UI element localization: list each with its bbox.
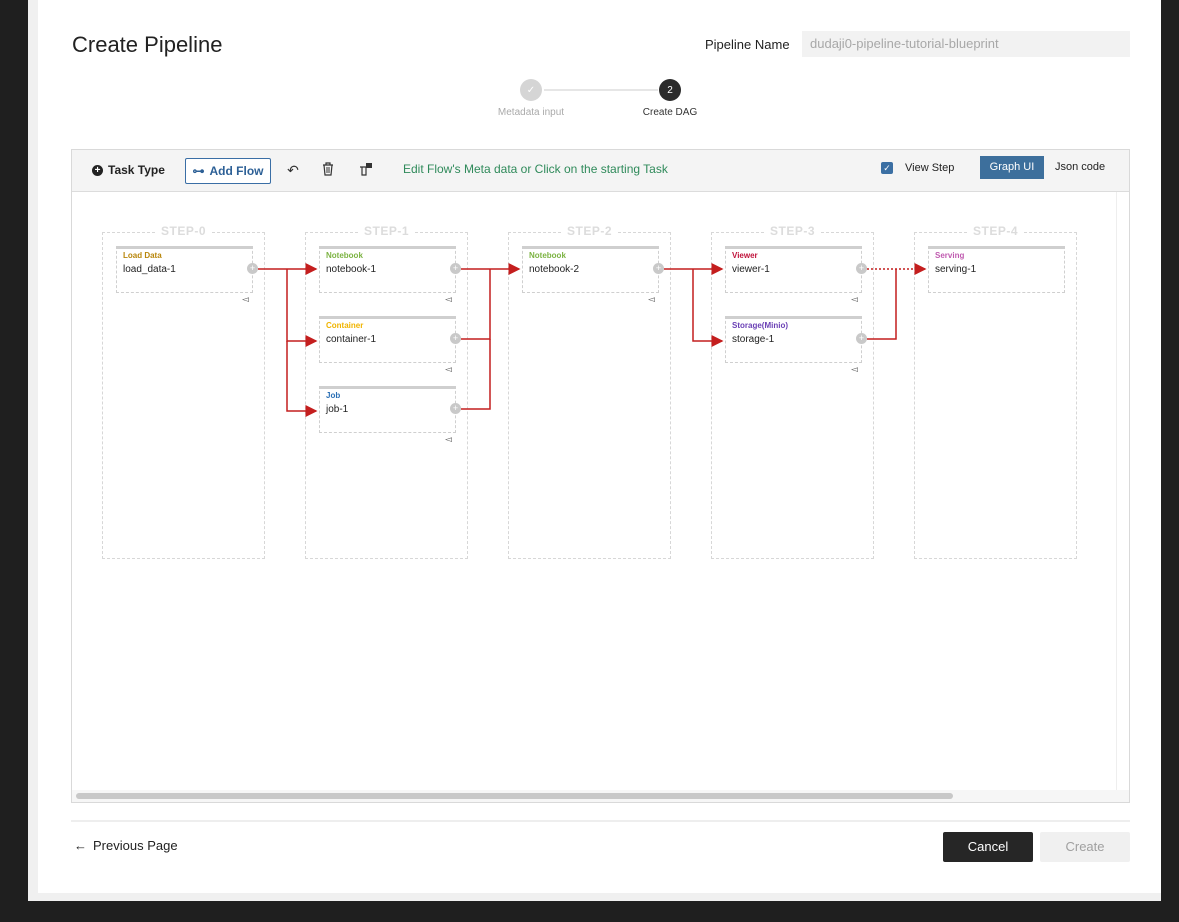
add-flow-button[interactable]: ⊶ Add Flow bbox=[185, 158, 271, 184]
node-job-1[interactable]: Job job-1 bbox=[319, 386, 456, 433]
node-type-label: Load Data bbox=[123, 251, 162, 260]
dag-canvas[interactable]: STEP-0 STEP-1 STEP-2 STEP-3 STEP-4 Load … bbox=[72, 192, 1117, 790]
footer-divider bbox=[71, 820, 1130, 822]
node-name-label: notebook-2 bbox=[529, 264, 580, 275]
node-output-port-icon[interactable]: + bbox=[856, 263, 867, 274]
edge-job1-notebook2 bbox=[461, 339, 491, 410]
node-expand-icon[interactable]: ◅ bbox=[851, 294, 858, 305]
node-name-label: storage-1 bbox=[732, 334, 775, 345]
node-expand-icon[interactable]: ◅ bbox=[445, 364, 452, 375]
step-1-label: Metadata input bbox=[497, 107, 565, 118]
node-viewer-1[interactable]: Viewer viewer-1 bbox=[725, 246, 862, 293]
canvas-vertical-scrollbar[interactable] bbox=[1116, 192, 1129, 790]
arrow-left-icon: ← bbox=[74, 838, 87, 853]
step-1-done-icon: ✓ bbox=[520, 79, 542, 101]
pipeline-name-input[interactable]: dudaji0-pipeline-tutorial-blueprint bbox=[802, 31, 1130, 57]
step-2-label: Create DAG bbox=[642, 107, 698, 118]
node-name-label: container-1 bbox=[326, 334, 377, 345]
edge-container1-notebook2 bbox=[461, 269, 491, 340]
node-name-label: load_data-1 bbox=[123, 264, 176, 275]
graph-ui-tab[interactable]: Graph UI bbox=[980, 156, 1044, 179]
node-expand-icon[interactable]: ◅ bbox=[445, 434, 452, 445]
node-expand-icon[interactable]: ◅ bbox=[445, 294, 452, 305]
create-button[interactable]: Create bbox=[1040, 832, 1130, 862]
node-notebook-1[interactable]: Notebook notebook-1 bbox=[319, 246, 456, 293]
task-type-label: Task Type bbox=[108, 163, 165, 177]
previous-page-label: Previous Page bbox=[93, 838, 178, 853]
node-notebook-2[interactable]: Notebook notebook-2 bbox=[522, 246, 659, 293]
node-output-port-icon[interactable]: + bbox=[450, 263, 461, 274]
task-type-button[interactable]: + Task Type bbox=[92, 163, 165, 177]
node-output-port-icon[interactable]: + bbox=[856, 333, 867, 344]
node-name-label: serving-1 bbox=[935, 264, 977, 275]
node-type-label: Notebook bbox=[326, 251, 363, 260]
node-expand-icon[interactable]: ◅ bbox=[851, 364, 858, 375]
dag-toolbar: + Task Type ⊶ Add Flow ↶ Edit Flow's Met… bbox=[72, 150, 1129, 192]
add-flow-label: Add Flow bbox=[209, 164, 264, 178]
node-type-label: Serving bbox=[935, 251, 965, 260]
node-output-port-icon[interactable]: + bbox=[653, 263, 664, 274]
trash-icon[interactable] bbox=[320, 162, 336, 178]
edge-notebook2-storage1 bbox=[692, 269, 724, 347]
scrollbar-thumb[interactable] bbox=[76, 793, 953, 799]
node-type-label: Viewer bbox=[732, 251, 758, 260]
node-expand-icon[interactable]: ◅ bbox=[242, 294, 249, 305]
toolbar-hint-text: Edit Flow's Meta data or Click on the st… bbox=[403, 162, 668, 176]
json-code-tab[interactable]: Json code bbox=[1055, 161, 1105, 173]
previous-page-button[interactable]: ← Previous Page bbox=[74, 838, 178, 853]
backdrop bbox=[1161, 0, 1179, 922]
node-output-port-icon[interactable]: + bbox=[450, 333, 461, 344]
view-step-label: View Step bbox=[905, 162, 955, 174]
node-output-port-icon[interactable]: + bbox=[247, 263, 258, 274]
node-serving-1[interactable]: Serving serving-1 bbox=[928, 246, 1065, 293]
node-output-port-icon[interactable]: + bbox=[450, 403, 461, 414]
node-name-label: viewer-1 bbox=[732, 264, 770, 275]
node-container-1[interactable]: Container container-1 bbox=[319, 316, 456, 363]
node-type-label: Container bbox=[326, 321, 364, 330]
edge-storage1-serving1 bbox=[867, 269, 897, 340]
node-type-label: Storage(Minio) bbox=[732, 321, 788, 330]
node-type-label: Notebook bbox=[529, 251, 566, 260]
modal-bottom-edge bbox=[28, 893, 1161, 901]
node-load-data-1[interactable]: Load Data load_data-1 bbox=[116, 246, 253, 293]
node-expand-icon[interactable]: ◅ bbox=[648, 294, 655, 305]
delete-all-icon[interactable] bbox=[358, 162, 374, 178]
page-title: Create Pipeline bbox=[72, 32, 223, 57]
dag-editor-panel: + Task Type ⊶ Add Flow ↶ Edit Flow's Met… bbox=[71, 149, 1130, 803]
canvas-horizontal-scrollbar[interactable] bbox=[72, 790, 1129, 802]
step-2-indicator: 2 bbox=[659, 79, 681, 101]
undo-icon[interactable]: ↶ bbox=[285, 162, 301, 178]
node-name-label: notebook-1 bbox=[326, 264, 377, 275]
cancel-button[interactable]: Cancel bbox=[943, 832, 1033, 862]
view-step-checkbox[interactable]: ✓ bbox=[881, 162, 893, 174]
stepper-connector bbox=[544, 89, 658, 91]
edge-load-container1 bbox=[286, 269, 318, 347]
edge-load-job1 bbox=[286, 341, 318, 417]
pipeline-name-label: Pipeline Name bbox=[705, 37, 790, 52]
node-name-label: job-1 bbox=[326, 404, 349, 415]
flow-link-icon: ⊶ bbox=[192, 164, 205, 178]
node-storage-1[interactable]: Storage(Minio) storage-1 bbox=[725, 316, 862, 363]
node-type-label: Job bbox=[326, 391, 341, 400]
plus-circle-icon: + bbox=[92, 164, 103, 176]
